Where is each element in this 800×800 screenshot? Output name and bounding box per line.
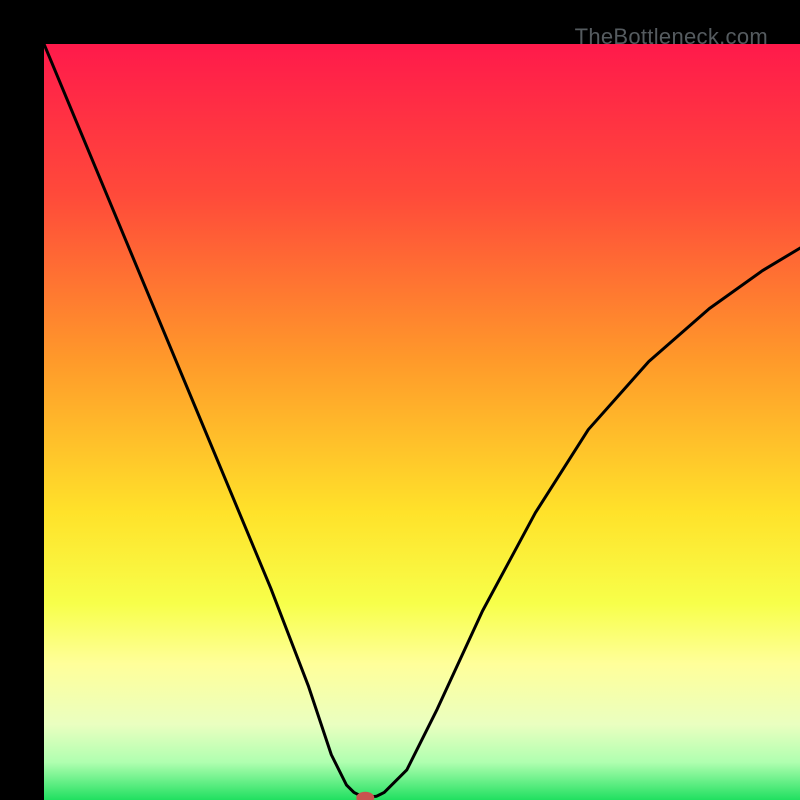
- gradient-background: [44, 44, 800, 800]
- chart-frame: TheBottleneck.com: [0, 0, 800, 800]
- chart-svg: [44, 44, 800, 800]
- watermark-text: TheBottleneck.com: [575, 24, 768, 50]
- plot-area: [44, 44, 800, 800]
